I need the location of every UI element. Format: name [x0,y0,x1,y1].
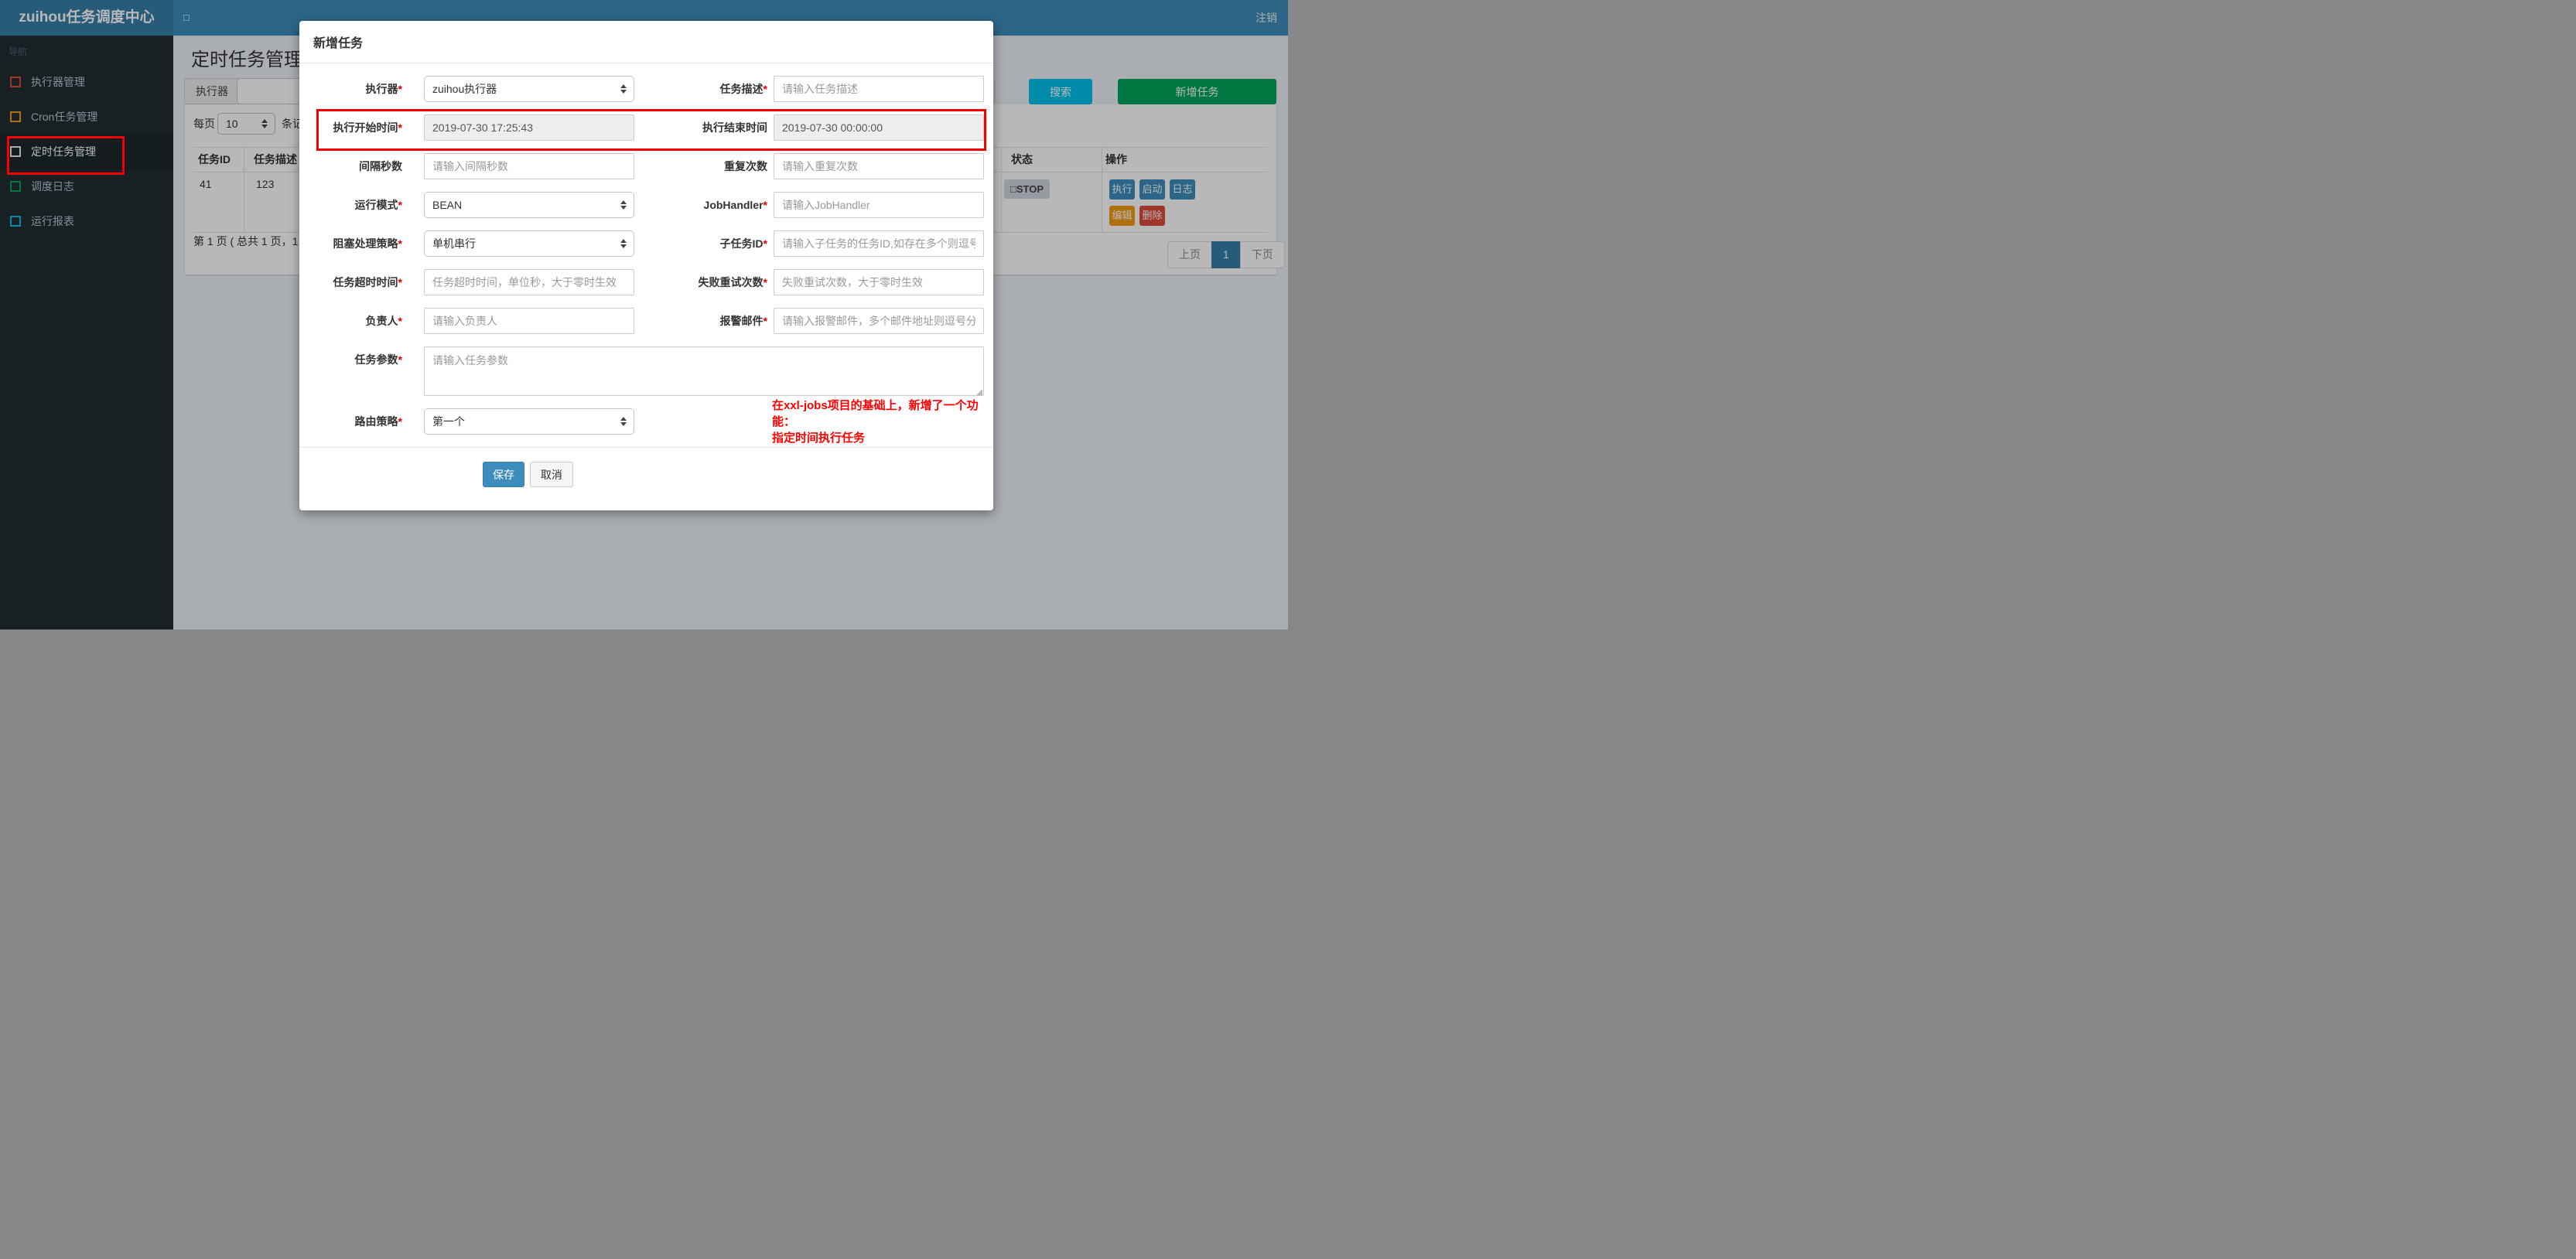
route-strategy-select[interactable]: 第一个 [424,408,634,435]
field-label-repeat-count: 重复次数 [724,160,767,172]
annotation-note-line1: 在xxl-jobs项目的基础上，新增了一个功能： [772,398,979,428]
field-label-route-strategy: 路由策略* [354,415,402,428]
field-label-fail-retry: 失败重试次数* [698,276,767,288]
interval-input[interactable] [424,153,634,179]
modal-footer: 保存 取消 [299,447,993,487]
timeout-input[interactable] [424,269,634,295]
field-label-glue-type: 运行模式* [354,199,402,211]
start-time-input[interactable]: 2019-07-30 17:25:43 [424,114,634,141]
annotation-note-line2: 指定时间执行任务 [772,431,866,445]
executor-select[interactable]: zuihou执行器 [424,76,634,102]
job-handler-input[interactable] [774,192,984,218]
add-task-modal: 新增任务 执行器* zuihou执行器 任务描述* 执行开始时间* 2019-0… [299,21,993,510]
field-label-start-time: 执行开始时间* [333,121,402,134]
field-label-end-time: 执行结束时间 [702,121,767,134]
select-stepper-icon [620,84,627,94]
repeat-count-input[interactable] [774,153,984,179]
field-label-block-strategy: 阻塞处理策略* [333,237,402,250]
field-label-job-desc: 任务描述* [719,83,767,95]
block-strategy-select[interactable]: 单机串行 [424,230,634,257]
annotation-note: 在xxl-jobs项目的基础上，新增了一个功能： 指定时间执行任务 [772,397,993,446]
modal-body: 执行器* zuihou执行器 任务描述* 执行开始时间* 2019-07-30 … [299,63,993,445]
field-label-job-handler: JobHandler* [703,199,767,211]
app-screen: zuihou任务调度中心 □ 注销 导航 执行器管理 Cron任务管理 定时任务… [0,0,1288,630]
field-label-alarm-email: 报警邮件* [719,315,767,327]
modal-title: 新增任务 [313,37,364,50]
modal-header: 新增任务 [299,21,993,63]
executor-param-textarea[interactable] [424,346,984,396]
field-label-child-jobid: 子任务ID* [719,237,767,250]
alarm-email-input[interactable] [774,308,984,334]
author-input[interactable] [424,308,634,334]
save-button[interactable]: 保存 [483,462,524,487]
field-label-author: 负责人* [365,315,402,327]
resize-grip-icon[interactable] [976,389,982,395]
field-label-interval: 间隔秒数 [359,160,402,172]
field-label-executor: 执行器* [365,83,402,95]
select-stepper-icon [620,239,627,248]
child-jobid-input[interactable] [774,230,984,257]
select-stepper-icon [620,417,627,426]
field-label-timeout: 任务超时时间* [333,276,402,288]
glue-type-select[interactable]: BEAN [424,192,634,218]
job-desc-input[interactable] [774,76,984,102]
select-stepper-icon [620,200,627,210]
field-label-executor-param: 任务参数* [354,353,402,366]
fail-retry-input[interactable] [774,269,984,295]
cancel-button[interactable]: 取消 [529,462,573,487]
end-time-input[interactable]: 2019-07-30 00:00:00 [774,114,984,141]
